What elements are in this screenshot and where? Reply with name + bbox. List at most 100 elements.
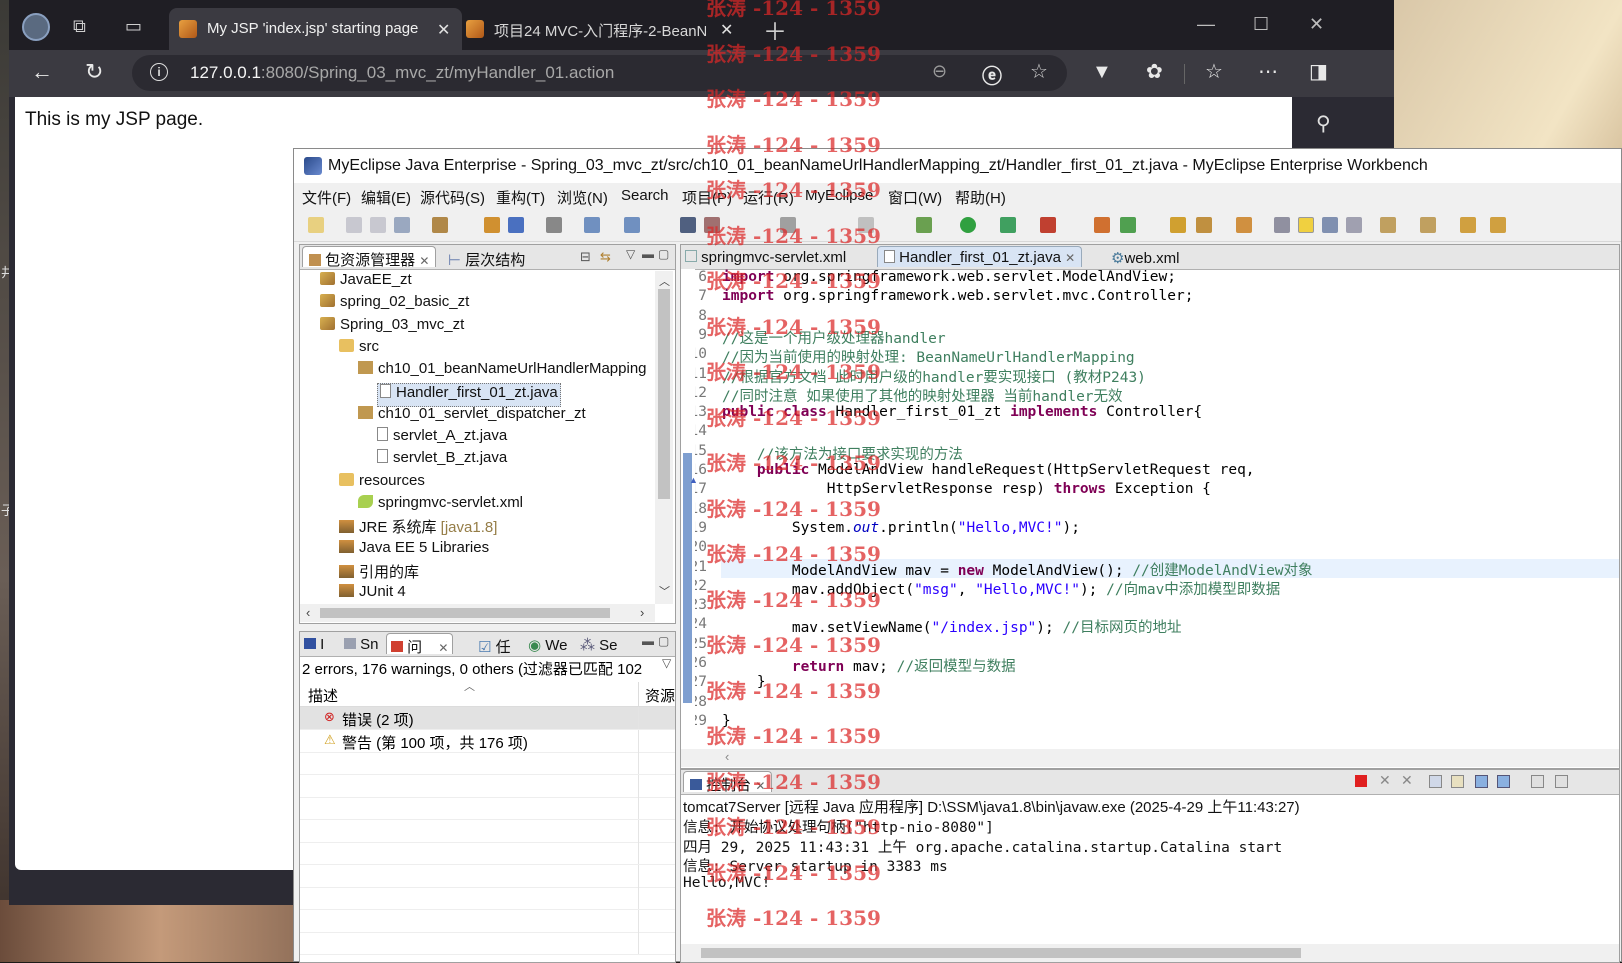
collapse-all-icon[interactable]: ⊟ xyxy=(580,249,591,265)
code-line[interactable]: import org.springframework.web.servlet.M… xyxy=(722,269,1176,285)
column-divider[interactable] xyxy=(638,682,639,706)
browser-tab[interactable]: 项目24 MVC-入门程序-2-BeanNa ✕ xyxy=(462,8,752,50)
code-line[interactable]: public class Handler_first_01_zt impleme… xyxy=(722,404,1202,420)
menu-project[interactable]: 项目(P) xyxy=(682,187,732,208)
code-line[interactable]: //因为当前使用的映射处理: BeanNameUrlHandlerMapping xyxy=(722,346,1135,367)
tree-item[interactable]: ch10_01_beanNameUrlHandlerMapping xyxy=(358,360,647,382)
save-all-icon[interactable] xyxy=(370,217,386,233)
print-icon[interactable] xyxy=(394,217,410,233)
tab-console[interactable]: 控制台 ✕ xyxy=(683,771,773,794)
close-icon[interactable]: ✕ xyxy=(419,254,429,268)
workspaces-icon[interactable]: ⧉ xyxy=(73,16,86,37)
console-horizontal-scrollbar[interactable] xyxy=(681,944,1619,962)
code-line[interactable]: import org.springframework.web.servlet.m… xyxy=(722,288,1193,304)
favorite-star-icon[interactable]: ☆ xyxy=(1030,59,1048,84)
build-icon[interactable] xyxy=(780,217,796,233)
open-type-icon[interactable] xyxy=(858,217,874,233)
code-line[interactable]: System.out.println("Hello,MVC!"); xyxy=(722,520,1080,536)
search-icon[interactable]: ⚲ xyxy=(1316,111,1331,136)
tab-snippets[interactable]: Sn xyxy=(344,636,379,653)
view-menu-icon[interactable]: ▽ xyxy=(662,656,671,670)
remove-launch-icon[interactable]: ✕ xyxy=(1379,772,1391,789)
window-close-icon[interactable]: ✕ xyxy=(1309,14,1324,35)
deploy-icon[interactable] xyxy=(584,217,600,233)
menu-file[interactable]: 文件(F) xyxy=(302,187,351,208)
scroll-up-icon[interactable]: ︿ xyxy=(659,273,670,289)
last-edit-icon[interactable] xyxy=(1460,217,1476,233)
server-icon[interactable] xyxy=(546,217,562,233)
read-aloud-icon[interactable]: ⓔ xyxy=(982,60,1002,89)
code-line[interactable]: mav.addObject("msg", "Hello,MVC!"); //向m… xyxy=(722,578,1280,599)
code-line[interactable]: //同时注意 如果使用了其他的映射处理器 当前handler无效 xyxy=(722,385,1123,406)
tree-item[interactable]: JRE 系统库 [java1.8] xyxy=(339,516,497,538)
refresh-icon[interactable]: ↻ xyxy=(85,59,103,85)
web-icon[interactable] xyxy=(624,217,640,233)
tree-item[interactable]: src xyxy=(339,338,379,360)
profile-avatar[interactable] xyxy=(22,13,50,41)
menu-myeclipse[interactable]: MyEclipse xyxy=(805,187,873,204)
view-menu-icon[interactable]: ▽ xyxy=(626,247,635,261)
menu-navigate[interactable]: 浏览(N) xyxy=(557,187,608,208)
tree-item[interactable]: JUnit 4 xyxy=(339,583,406,601)
code-line[interactable]: HttpServletResponse resp) throws Excepti… xyxy=(722,481,1211,497)
menu-refactor[interactable]: 重构(T) xyxy=(496,187,545,208)
scroll-left-icon[interactable]: ‹ xyxy=(725,749,729,764)
url-text[interactable]: 127.0.0.1:8080/Spring_03_mvc_zt/myHandle… xyxy=(190,63,614,83)
coverage-icon[interactable] xyxy=(1000,217,1016,233)
run-icon[interactable] xyxy=(960,217,976,233)
task-icon[interactable] xyxy=(1236,217,1252,233)
menu-window[interactable]: 窗口(W) xyxy=(888,187,942,208)
remove-all-icon[interactable]: ✕ xyxy=(1401,772,1413,789)
external-tools-icon[interactable] xyxy=(1040,217,1056,233)
tab-package-explorer[interactable]: 包资源管理器 ✕ xyxy=(302,246,437,269)
tab-hierarchy[interactable]: ⊢ 层次结构 xyxy=(448,249,525,270)
sidebar-toggle-icon[interactable]: ◨ xyxy=(1309,59,1328,84)
close-icon[interactable]: ✕ xyxy=(755,779,765,793)
code-line[interactable]: //根据官方文档 此时用户级的handler要实现接口 (教材P243) xyxy=(722,366,1146,387)
open-console-icon[interactable] xyxy=(1555,775,1568,788)
tab-actions-icon[interactable]: ▭ xyxy=(125,16,142,37)
code-line[interactable]: //该方法为接口要求实现的方法 xyxy=(722,443,963,464)
editor-horizontal-scrollbar[interactable]: ‹ xyxy=(681,749,1619,767)
tab-1[interactable]: I xyxy=(304,636,324,653)
code-line[interactable]: ModelAndView mav = new ModelAndView(); /… xyxy=(722,559,1313,580)
tree-item[interactable]: JavaEE_zt xyxy=(320,271,412,293)
scroll-right-icon[interactable]: › xyxy=(640,605,644,620)
debug-icon[interactable] xyxy=(916,217,932,233)
prev-annotation-icon[interactable] xyxy=(1420,217,1436,233)
new-package-icon[interactable] xyxy=(1094,217,1110,233)
code-line[interactable]: public ModelAndView handleRequest(HttpSe… xyxy=(722,462,1255,478)
tree-item[interactable]: ch10_01_servlet_dispatcher_zt xyxy=(358,405,586,427)
tree-item[interactable]: 引用的库 xyxy=(339,561,419,583)
minimize-view-icon[interactable]: ▬ xyxy=(642,634,654,648)
address-bar[interactable]: i 127.0.0.1:8080/Spring_03_mvc_zt/myHand… xyxy=(132,55,1067,91)
close-icon[interactable]: ✕ xyxy=(438,641,448,655)
extensions-icon[interactable]: ✿ xyxy=(1146,59,1163,84)
editor-tab-springmvc-xml[interactable]: springmvc-servlet.xml xyxy=(685,249,846,266)
tab-tasks[interactable]: ☑ 任 xyxy=(478,636,511,657)
tab-web[interactable]: ◉ We xyxy=(528,636,568,654)
close-icon[interactable]: ✕ xyxy=(1065,251,1075,265)
tree-item[interactable]: spring_02_basic_zt xyxy=(320,293,469,315)
column-description[interactable]: 描述 xyxy=(308,685,338,706)
site-info-icon[interactable]: i xyxy=(150,63,168,81)
minimize-view-icon[interactable]: ▬ xyxy=(642,247,654,261)
table-row[interactable]: ⊗ 错误 (2 项) xyxy=(300,707,675,730)
column-resource[interactable]: 资源 xyxy=(645,685,675,706)
tab-problems[interactable]: 问 ✕ xyxy=(386,633,454,656)
class-icon[interactable] xyxy=(508,217,524,233)
code-line[interactable]: } xyxy=(722,674,766,690)
back-icon[interactable]: ← xyxy=(31,59,53,85)
explorer-vertical-scrollbar[interactable]: ︿ ﹀ xyxy=(655,271,673,604)
package-icon[interactable] xyxy=(484,217,500,233)
show-whitespace-icon[interactable] xyxy=(1346,217,1362,233)
code-line[interactable]: mav.setViewName("/index.jsp"); //目标网页的地址 xyxy=(722,616,1182,637)
tree-item[interactable]: springmvc-servlet.xml xyxy=(358,494,523,516)
menu-search[interactable]: Search xyxy=(621,187,669,204)
new-class-icon[interactable] xyxy=(1120,217,1136,233)
annotation-icon[interactable] xyxy=(1274,217,1290,233)
editor-tab-handler-java[interactable]: Handler_first_01_zt.java ✕ xyxy=(877,246,1083,267)
maximize-view-icon[interactable]: ▢ xyxy=(658,634,669,648)
code-area[interactable]: 6 import org.springframework.web.servlet.… xyxy=(695,269,1619,749)
new-tab-icon[interactable]: ＋ xyxy=(763,12,787,47)
